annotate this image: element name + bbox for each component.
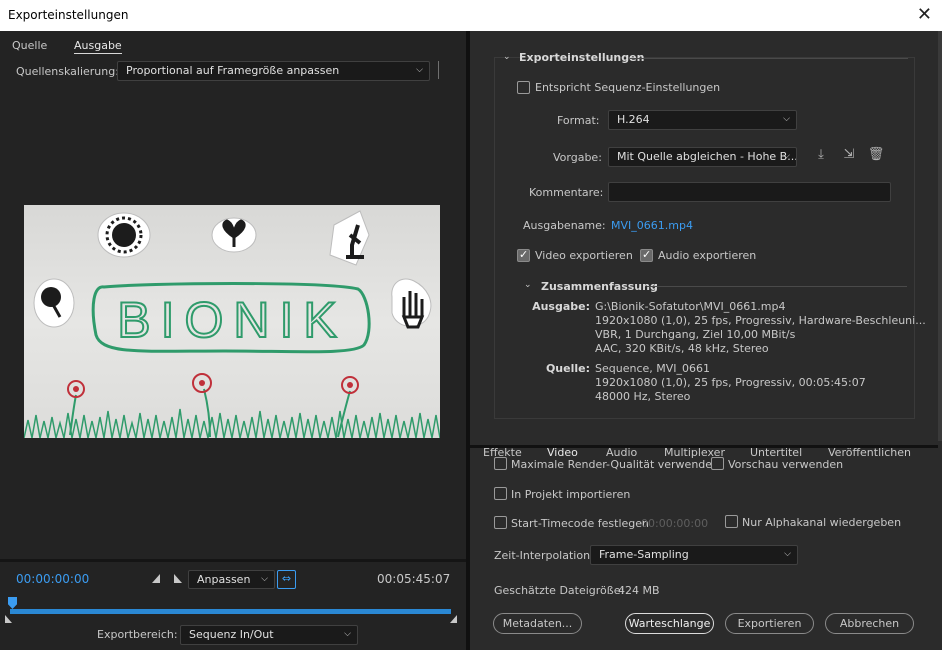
format-dropdown[interactable]: H.264 ⌵: [608, 110, 797, 130]
collapse-chevron-icon[interactable]: ⌄: [524, 280, 532, 290]
cancel-button[interactable]: Abbrechen: [825, 613, 914, 634]
alpha-only-label: Nur Alphakanal wiedergeben: [742, 516, 902, 529]
tab-quelle[interactable]: Quelle: [12, 39, 47, 52]
summary-output-line: 1920x1080 (1,0), 25 fps, Progressiv, Har…: [595, 314, 926, 327]
sun-sticker-icon: [97, 212, 151, 258]
format-value: H.264: [617, 113, 650, 126]
grass-decoration: [24, 408, 440, 438]
summary-output-line: G:\Bionik-Sofatutor\MVI_0661.mp4: [595, 300, 786, 313]
export-range-dropdown[interactable]: Sequenz In/Out ⌵: [180, 625, 358, 645]
export-audio-checkbox[interactable]: [640, 248, 653, 262]
fit-dropdown[interactable]: Anpassen ⌵: [188, 570, 275, 589]
source-scaling-value: Proportional auf Framegröße anpassen: [126, 64, 340, 77]
summary-rule: [647, 286, 907, 287]
title-bar: Exporteinstellungen ✕: [0, 0, 942, 31]
close-icon[interactable]: ✕: [917, 4, 932, 25]
summary-heading: Zusammenfassung: [541, 280, 658, 293]
preset-label: Vorgabe:: [553, 151, 602, 164]
export-video-label: Video exportieren: [535, 249, 633, 262]
preset-dropdown[interactable]: Mit Quelle abgleichen - Hohe B... ⌵: [608, 147, 797, 167]
export-audio-label: Audio exportieren: [658, 249, 757, 262]
plant-sticker-icon: [211, 217, 257, 253]
aspect-ratio-correction-icon[interactable]: ⇔: [277, 570, 296, 589]
output-name-link[interactable]: MVI_0661.mp4: [611, 219, 693, 232]
time-interpolation-value: Frame-Sampling: [599, 548, 689, 561]
timeline-scrubber[interactable]: [10, 609, 451, 614]
preview-frame-image: BIONIK: [24, 210, 440, 438]
start-timecode-value: 00:00:00:00: [641, 517, 709, 530]
import-preset-icon[interactable]: ⇲: [840, 147, 858, 165]
fit-value: Anpassen: [197, 573, 251, 586]
metadata-button[interactable]: Metadaten...: [493, 613, 582, 634]
max-render-quality-label: Maximale Render-Qualität verwenden: [511, 458, 720, 471]
output-name-label: Ausgabename:: [523, 219, 606, 232]
in-marker-icon[interactable]: [5, 615, 12, 623]
source-scaling-label: Quellenskalierung:: [16, 65, 119, 78]
queue-button[interactable]: Warteschlange: [625, 613, 714, 634]
chevron-down-icon: ⌵: [344, 629, 351, 639]
export-range-label: Exportbereich:: [97, 628, 178, 641]
summary-output-label: Ausgabe:: [532, 300, 590, 313]
robot-hand-sticker-icon: [391, 278, 432, 329]
section-rule: [630, 58, 908, 59]
preset-value: Mit Quelle abgleichen - Hohe B...: [617, 150, 797, 163]
export-button[interactable]: Exportieren: [725, 613, 814, 634]
board-text: BIONIK: [117, 292, 346, 348]
use-previews-label: Vorschau verwenden: [728, 458, 844, 471]
export-settings-heading: Exporteinstellungen: [519, 51, 645, 64]
import-into-project-label: In Projekt importieren: [511, 488, 631, 501]
start-timecode-checkbox[interactable]: [494, 516, 507, 529]
chevron-down-icon: ⌵: [784, 549, 791, 559]
microscope-sticker-icon: [329, 210, 370, 266]
comments-input[interactable]: [608, 182, 891, 202]
max-render-quality-checkbox[interactable]: [494, 457, 507, 470]
summary-source-line: 48000 Hz, Stereo: [595, 390, 691, 403]
summary-source-label: Quelle:: [545, 362, 590, 375]
format-label: Format:: [557, 114, 600, 127]
match-sequence-label: Entspricht Sequenz-Einstellungen: [535, 81, 721, 94]
playhead[interactable]: [8, 597, 17, 609]
chevron-down-icon: ⌵: [783, 151, 790, 161]
tab-ausgabe[interactable]: Ausgabe: [74, 39, 122, 54]
set-out-point-icon[interactable]: [174, 574, 182, 583]
flower-3-icon: [337, 376, 359, 438]
summary-output-line: VBR, 1 Durchgang, Ziel 10,00 MBit/s: [595, 328, 796, 341]
time-interpolation-dropdown[interactable]: Frame-Sampling ⌵: [590, 545, 798, 565]
save-preset-icon[interactable]: ⤓: [812, 147, 830, 165]
separator: [438, 61, 439, 79]
time-interpolation-label: Zeit-Interpolation:: [494, 549, 594, 562]
export-range-value: Sequenz In/Out: [189, 628, 274, 641]
source-scaling-dropdown[interactable]: Proportional auf Framegröße anpassen ⌵: [117, 61, 430, 81]
window-title: Exporteinstellungen: [8, 8, 129, 22]
comments-label: Kommentare:: [529, 186, 604, 199]
chevron-down-icon: ⌵: [261, 574, 268, 584]
set-in-point-icon[interactable]: [152, 574, 160, 583]
estimated-size-value: 424 MB: [618, 584, 660, 597]
alpha-only-checkbox[interactable]: [725, 515, 738, 528]
estimated-size-label: Geschätzte Dateigröße:: [494, 584, 625, 597]
start-timecode-label: Start-Timecode festlegen: [511, 517, 650, 530]
out-marker-icon[interactable]: [450, 615, 457, 623]
delete-preset-icon[interactable]: 🗑: [867, 147, 885, 165]
use-previews-checkbox[interactable]: [711, 457, 724, 470]
duration-timecode: 00:05:45:07: [377, 572, 451, 586]
video-preview: BIONIK: [24, 205, 440, 438]
chevron-down-icon: ⌵: [783, 114, 790, 124]
import-into-project-checkbox[interactable]: [494, 487, 507, 500]
current-timecode[interactable]: 00:00:00:00: [16, 572, 89, 586]
source-output-panel: Quelle Ausgabe Quellenskalierung: Propor…: [0, 31, 466, 650]
summary-source-line: Sequence, MVI_0661: [595, 362, 711, 375]
summary-output-line: AAC, 320 KBit/s, 48 kHz, Stereo: [595, 342, 769, 355]
scrollbar[interactable]: [938, 31, 942, 441]
match-sequence-checkbox[interactable]: [517, 81, 530, 94]
summary-source-line: 1920x1080 (1,0), 25 fps, Progressiv, 00:…: [595, 376, 866, 389]
collapse-chevron-icon[interactable]: ⌄: [503, 52, 511, 62]
chevron-down-icon: ⌵: [416, 65, 423, 75]
tree-sticker-icon: [33, 278, 75, 328]
export-video-checkbox[interactable]: [517, 248, 530, 262]
preview-separator: [0, 559, 466, 562]
